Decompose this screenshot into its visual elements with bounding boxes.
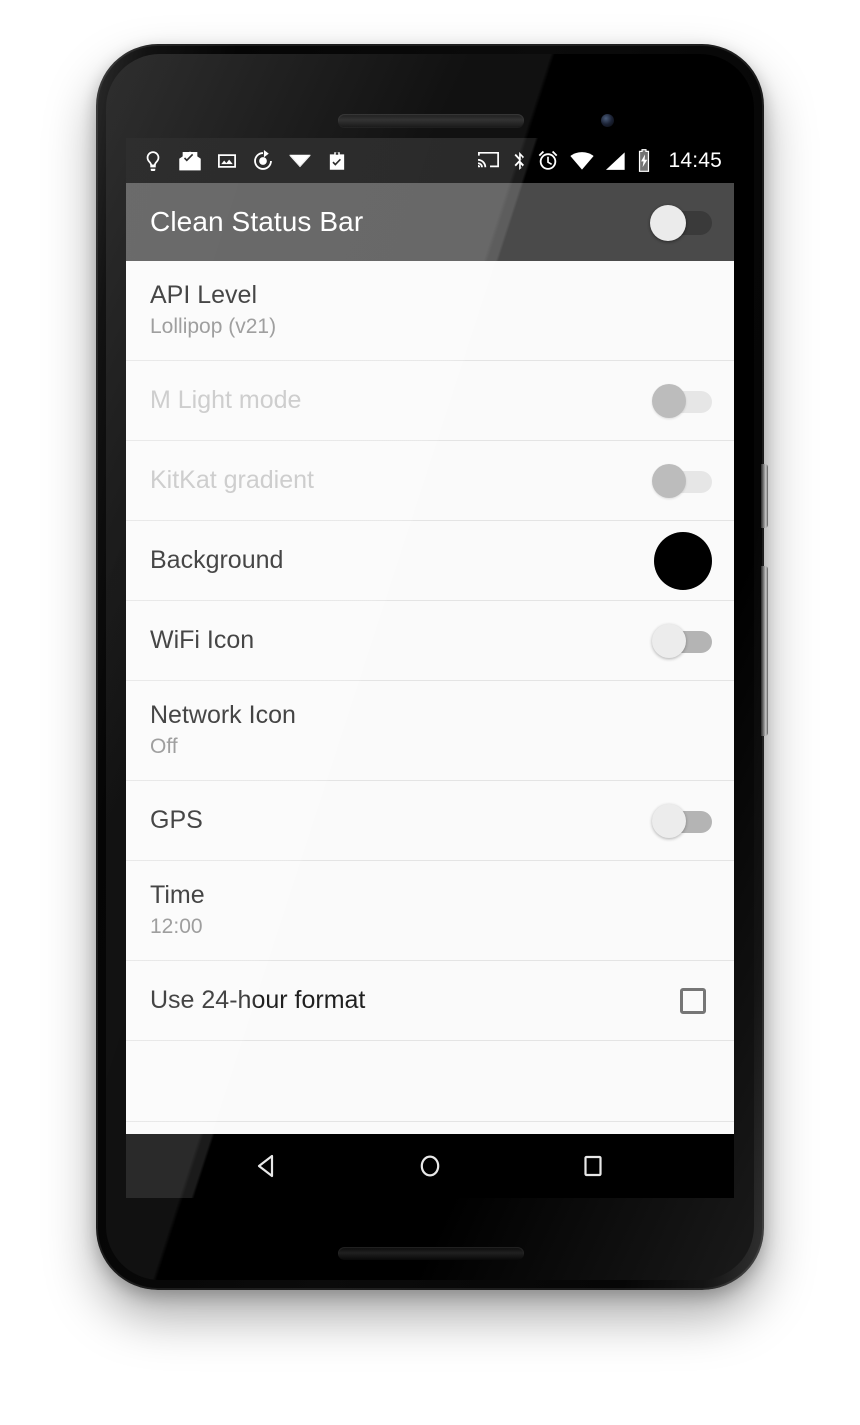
power-button[interactable] (761, 464, 768, 528)
kitkat-gradient-switch (652, 463, 712, 498)
pref-text: Network Icon Off (150, 701, 296, 760)
page-title: Clean Status Bar (150, 206, 364, 237)
nav-home-button[interactable] (415, 1151, 445, 1181)
switch-thumb (652, 623, 686, 658)
pref-row-use-24-hour-format[interactable]: Use 24-hour format (126, 961, 734, 1041)
phone-screen: 14:45 Clean Status Bar API Level Lollipo… (126, 138, 734, 1198)
pref-row-api-level[interactable]: API Level Lollipop (v21) (126, 261, 734, 361)
pref-summary: Off (150, 735, 178, 759)
pref-row-background[interactable]: Background (126, 521, 734, 601)
phone-device-frame: 14:45 Clean Status Bar API Level Lollipo… (96, 44, 768, 1290)
nav-recents-button[interactable] (578, 1151, 608, 1181)
photo-icon (218, 153, 236, 168)
pref-row-m-light-mode: M Light mode (126, 361, 734, 441)
pref-text: Time 12:00 (150, 881, 205, 940)
pref-text: M Light mode (150, 386, 301, 416)
pref-row-wifi-icon[interactable]: WiFi Icon (126, 601, 734, 681)
volume-rocker-button[interactable] (761, 566, 768, 736)
switch-thumb (652, 463, 686, 498)
open-envelope-check-icon (179, 150, 201, 170)
pref-row-time[interactable]: Time 12:00 (126, 861, 734, 961)
background-color-swatch[interactable] (654, 531, 712, 590)
switch-thumb (652, 383, 686, 418)
pref-text: Background (150, 546, 283, 576)
pref-title: KitKat gradient (150, 465, 314, 494)
switch-thumb (652, 803, 686, 838)
wifi-icon (570, 151, 595, 170)
pref-title: M Light mode (150, 385, 302, 414)
cell-signal-icon (606, 151, 626, 170)
pref-title: GPS (150, 805, 203, 834)
briefcase-check-icon (329, 151, 345, 170)
pref-text: WiFi Icon (150, 626, 254, 656)
status-bar-system-icons: 14:45 (477, 149, 722, 173)
pref-text: GPS (150, 806, 203, 836)
pref-summary: 12:00 (150, 915, 203, 939)
master-enable-switch[interactable] (650, 205, 712, 241)
rotate-refresh-icon (254, 149, 272, 170)
pref-title: Network Icon (150, 700, 296, 729)
gps-switch[interactable] (652, 803, 712, 838)
wifi-icon-switch[interactable] (652, 623, 712, 658)
pref-title: WiFi Icon (150, 625, 255, 654)
pref-row-network-icon[interactable]: Network Icon Off (126, 681, 734, 781)
alarm-clock-icon (539, 150, 558, 170)
lightbulb-icon (146, 150, 160, 171)
pref-text: KitKat gradient (150, 466, 314, 496)
pref-title: API Level (150, 280, 258, 309)
pref-text: API Level Lollipop (v21) (150, 281, 276, 340)
status-bar-clock: 14:45 (668, 148, 722, 172)
cast-icon (478, 151, 500, 167)
use-24-hour-format-checkbox[interactable] (680, 987, 706, 1014)
bottom-speaker (338, 1247, 524, 1260)
pref-summary: Lollipop (v21) (150, 315, 277, 339)
settings-list: API Level Lollipop (v21) M Light mode Ki… (126, 261, 734, 1122)
m-light-mode-switch (652, 383, 712, 418)
status-bar: 14:45 (126, 138, 734, 183)
switch-thumb (650, 205, 686, 241)
bluetooth-icon (514, 151, 525, 170)
earpiece-speaker (338, 114, 524, 127)
pref-row-gps[interactable]: GPS (126, 781, 734, 861)
pref-title: Time (150, 880, 205, 909)
pref-text: Use 24-hour format (150, 986, 365, 1016)
gmail-m-icon (289, 154, 311, 167)
front-camera-icon (601, 114, 614, 127)
pref-row-kitkat-gradient: KitKat gradient (126, 441, 734, 521)
pref-title: Use 24-hour format (150, 985, 366, 1014)
navigation-bar (126, 1134, 734, 1198)
status-bar-notification-icons (142, 149, 348, 172)
nav-back-button[interactable] (252, 1151, 282, 1181)
app-bar: Clean Status Bar (126, 183, 734, 261)
pref-title: Background (150, 545, 284, 574)
battery-charging-icon (639, 149, 650, 172)
list-empty-tail (126, 1041, 734, 1122)
